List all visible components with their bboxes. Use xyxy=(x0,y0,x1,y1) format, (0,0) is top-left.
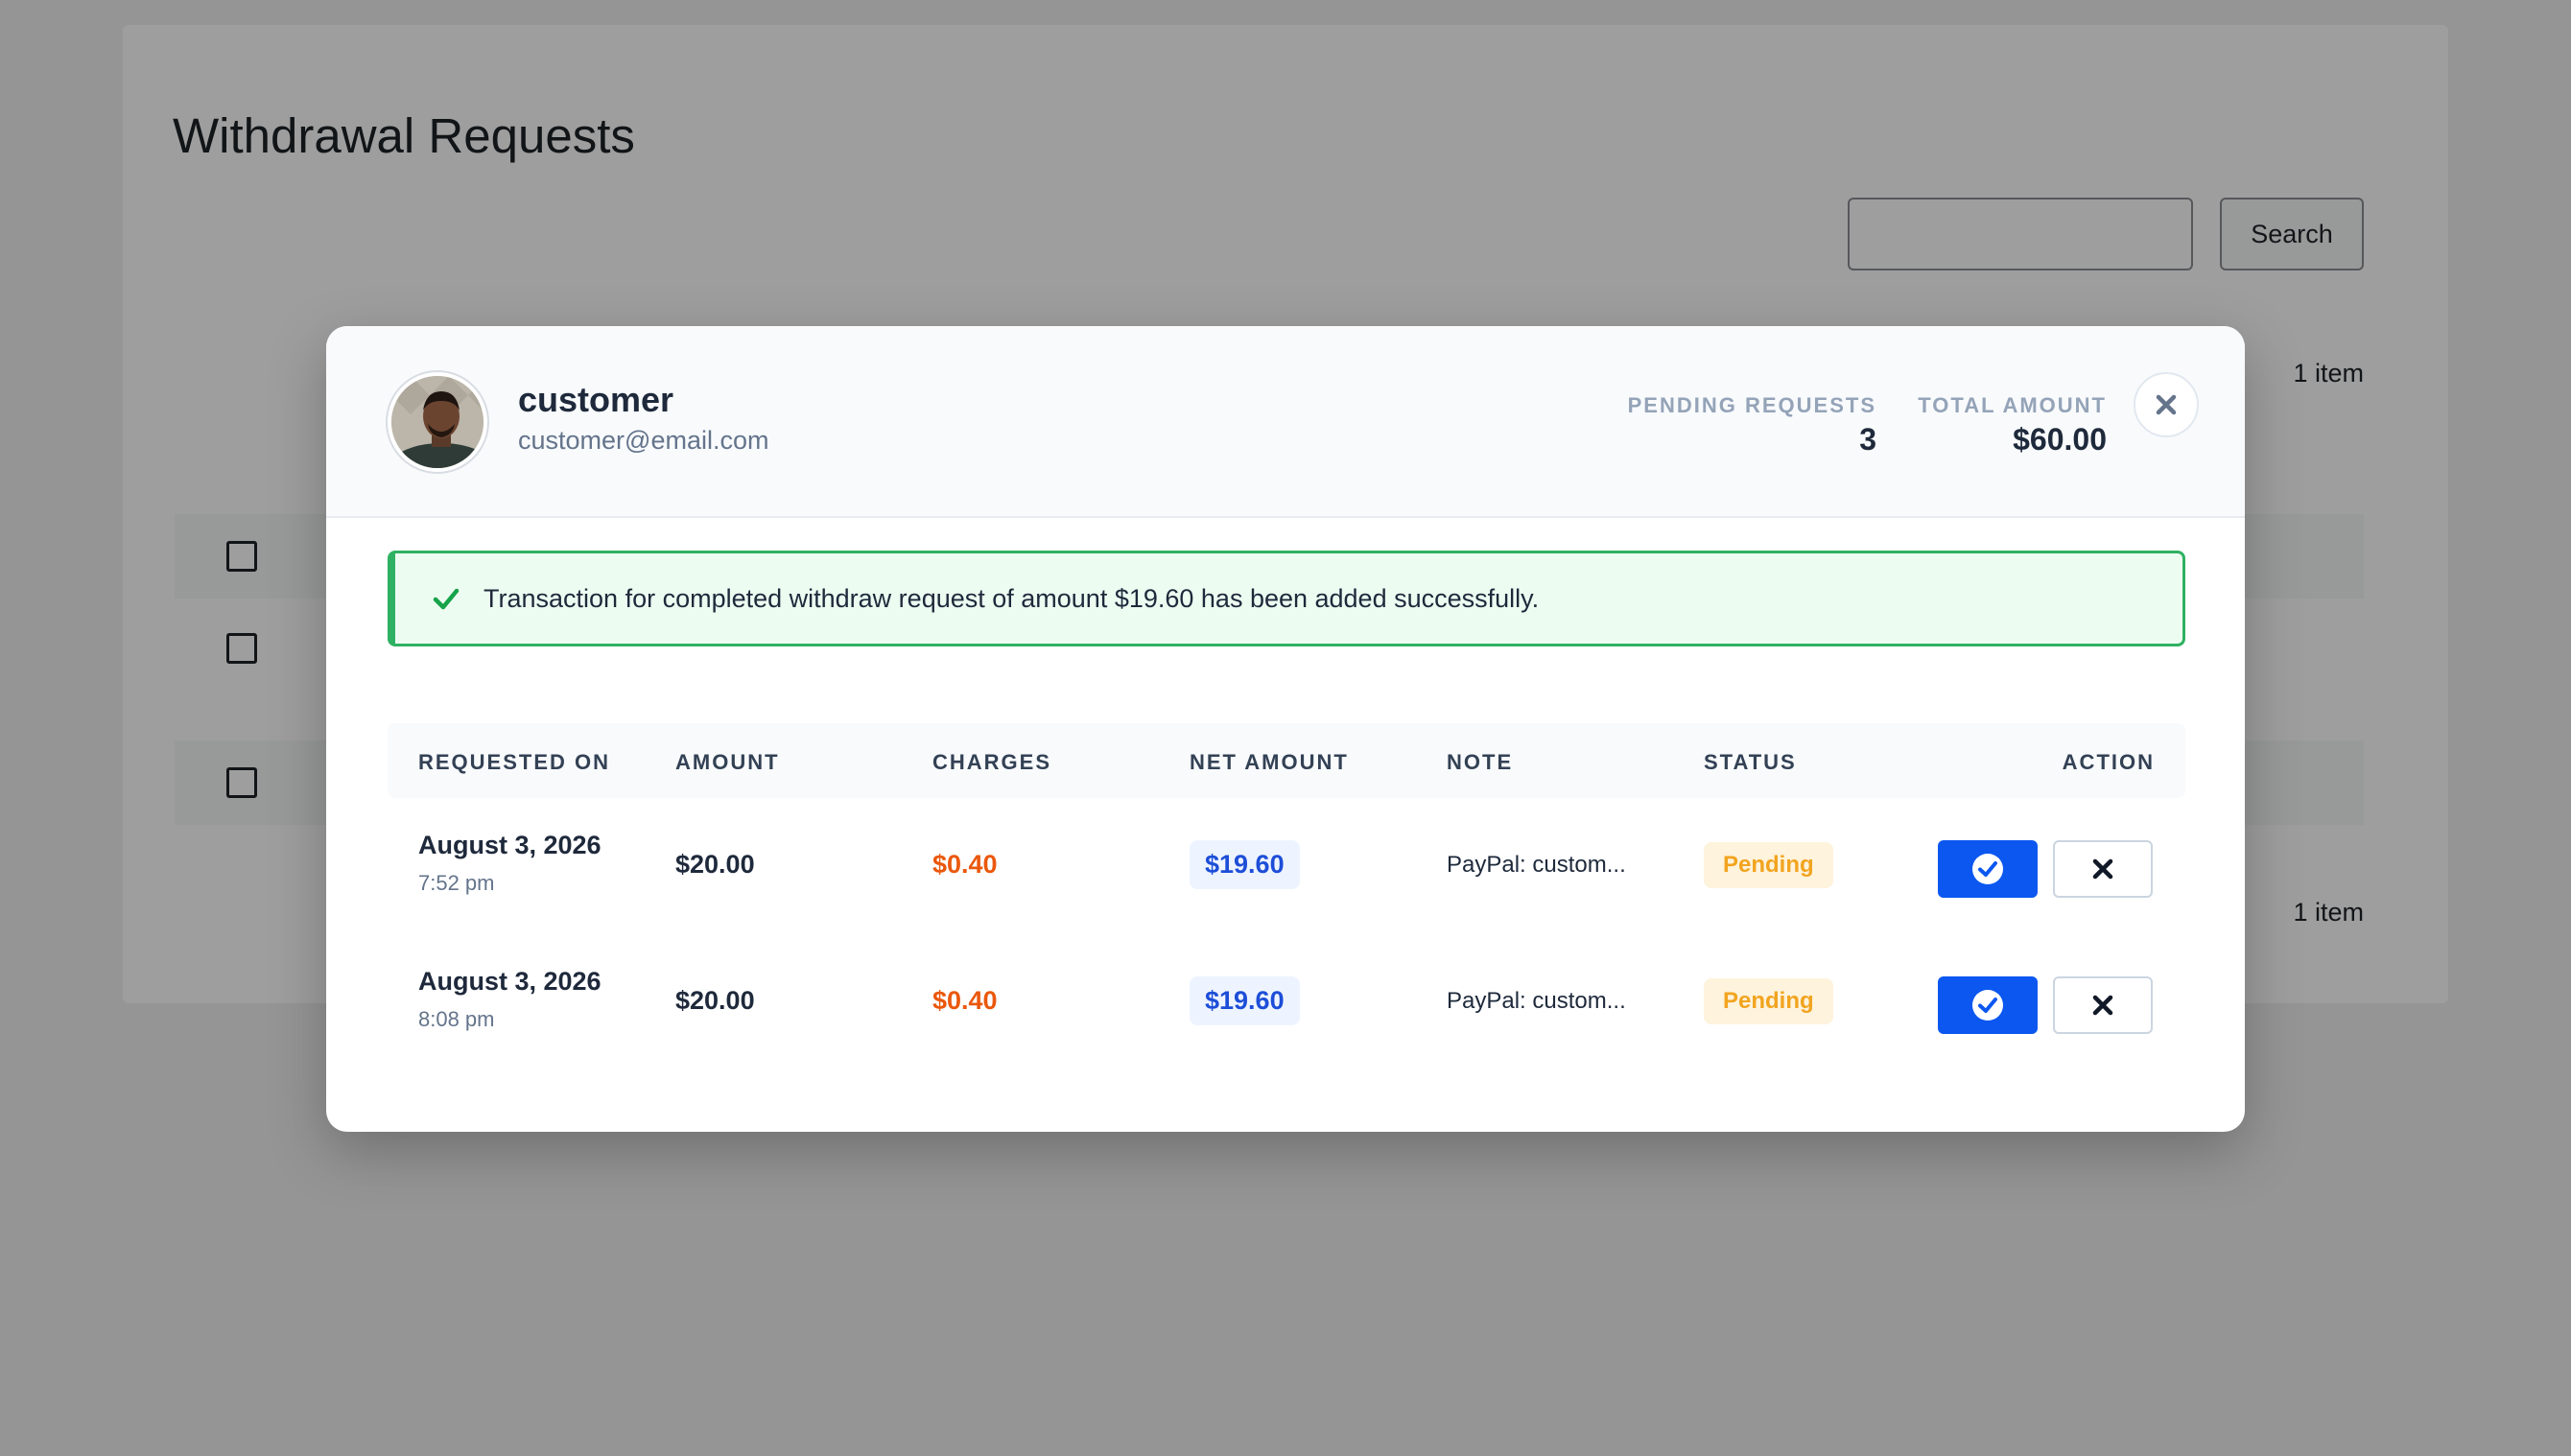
table-header: REQUESTED ON AMOUNT CHARGES NET AMOUNT N… xyxy=(388,723,2185,798)
check-circle-icon xyxy=(1972,990,2003,1021)
close-icon xyxy=(2156,394,2177,415)
user-email: customer@email.com xyxy=(518,426,769,455)
header-action: ACTION xyxy=(2062,750,2155,774)
charges: $0.40 xyxy=(932,986,998,1015)
withdrawal-modal: customer customer@email.com PENDING REQU… xyxy=(326,326,2245,1132)
amount: $20.00 xyxy=(675,986,755,1015)
pending-requests-label: PENDING REQUESTS xyxy=(1627,393,1876,417)
x-icon xyxy=(2092,995,2113,1016)
modal-header: customer customer@email.com PENDING REQU… xyxy=(326,326,2245,518)
alert-message: Transaction for completed withdraw reque… xyxy=(484,584,1540,613)
approve-button[interactable] xyxy=(1938,840,2038,898)
checkmark-icon xyxy=(433,588,460,610)
total-amount-label: TOTAL AMOUNT xyxy=(1918,393,2107,417)
request-date: August 3, 2026 xyxy=(418,967,601,996)
close-button[interactable] xyxy=(2134,372,2199,437)
request-time: 7:52 pm xyxy=(418,871,495,895)
status-badge: Pending xyxy=(1704,842,1833,888)
check-circle-icon xyxy=(1972,854,2003,884)
success-alert: Transaction for completed withdraw reque… xyxy=(388,551,2185,646)
header-status: STATUS xyxy=(1704,750,1797,774)
user-name: customer xyxy=(518,380,674,419)
net-amount: $19.60 xyxy=(1190,976,1300,1025)
note: PayPal: custom... xyxy=(1447,852,1626,878)
amount: $20.00 xyxy=(675,850,755,879)
header-amount: AMOUNT xyxy=(675,750,780,774)
status-badge: Pending xyxy=(1704,978,1833,1024)
note: PayPal: custom... xyxy=(1447,988,1626,1014)
reject-button[interactable] xyxy=(2053,976,2153,1034)
table-row: August 3, 2026 7:52 pm $20.00 $0.40 $19.… xyxy=(388,802,2185,936)
x-icon xyxy=(2092,858,2113,880)
reject-button[interactable] xyxy=(2053,840,2153,898)
total-amount-value: $60.00 xyxy=(2013,422,2107,457)
header-charges: CHARGES xyxy=(932,750,1052,774)
header-net-amount: NET AMOUNT xyxy=(1190,750,1349,774)
net-amount: $19.60 xyxy=(1190,840,1300,889)
request-time: 8:08 pm xyxy=(418,1007,495,1031)
avatar xyxy=(388,372,487,472)
table-row: August 3, 2026 8:08 pm $20.00 $0.40 $19.… xyxy=(388,938,2185,1072)
header-requested-on: REQUESTED ON xyxy=(418,750,611,774)
request-date: August 3, 2026 xyxy=(418,831,601,859)
pending-requests-value: 3 xyxy=(1859,422,1876,457)
header-note: NOTE xyxy=(1447,750,1514,774)
charges: $0.40 xyxy=(932,850,998,879)
approve-button[interactable] xyxy=(1938,976,2038,1034)
